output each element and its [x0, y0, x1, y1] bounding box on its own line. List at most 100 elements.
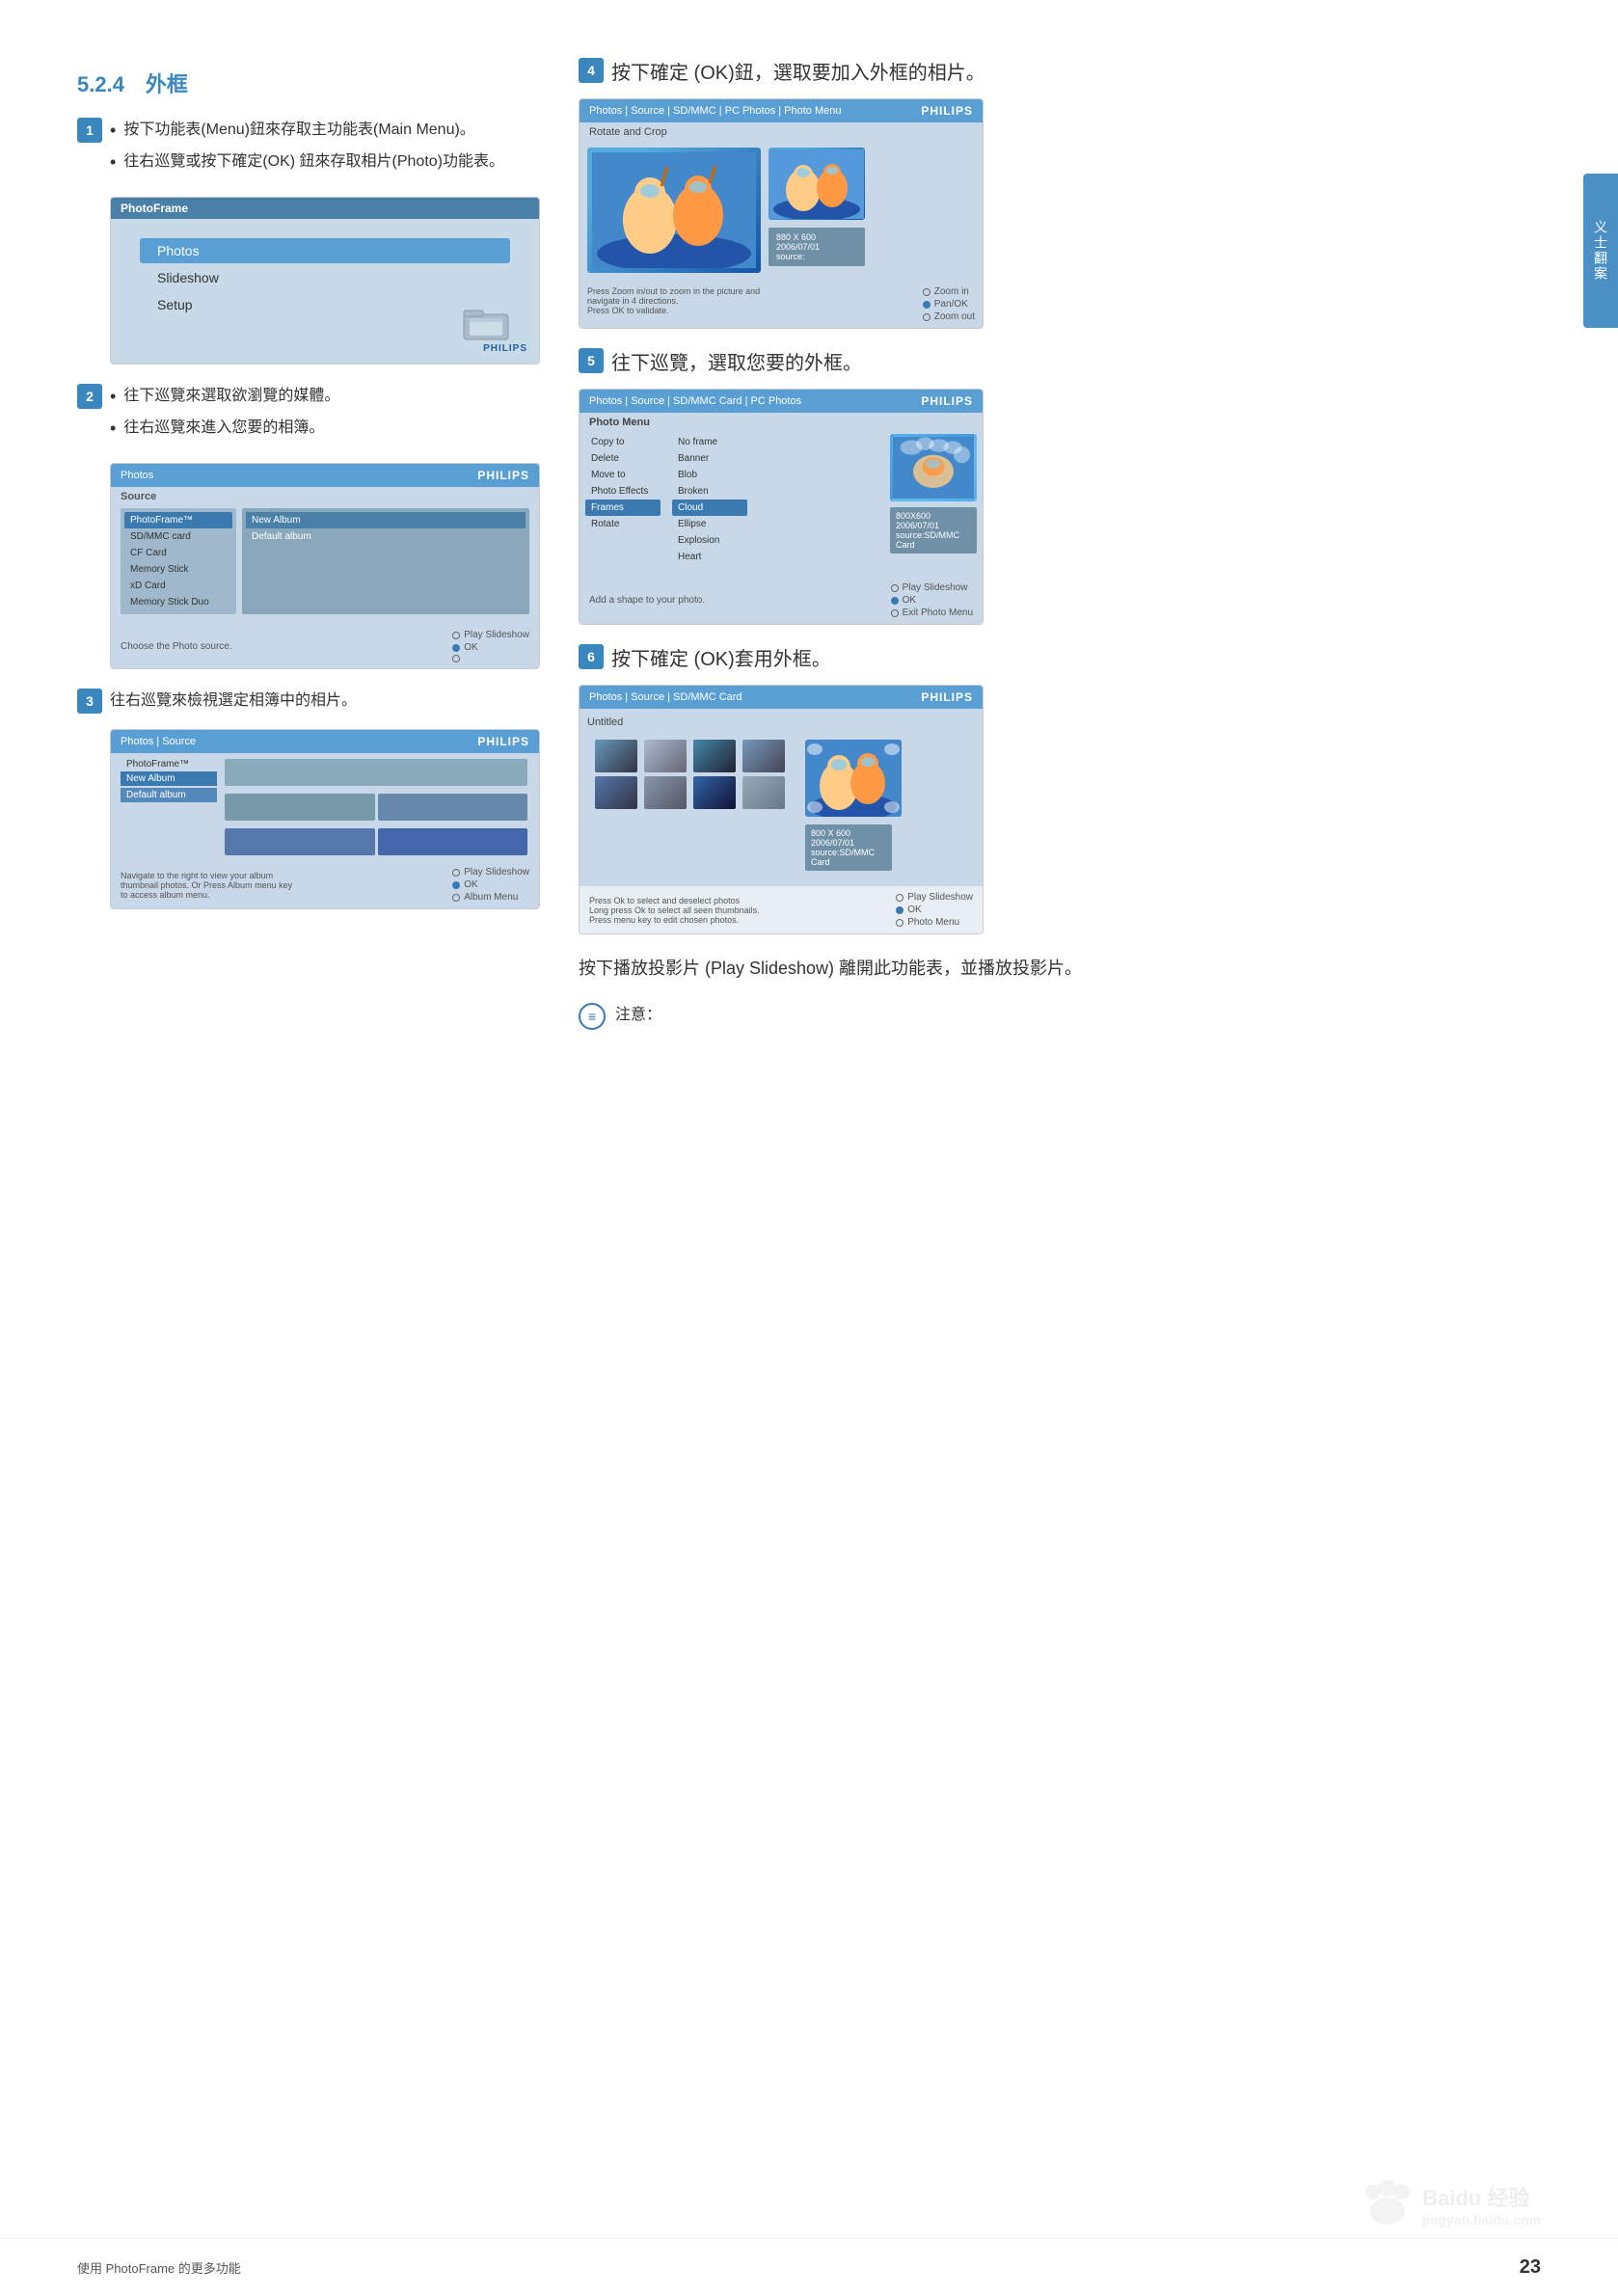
photo-thumb-6[interactable]: [644, 776, 687, 809]
album-src-default[interactable]: Default album: [121, 788, 217, 802]
album-footer: Navigate to the right to view your album…: [111, 861, 539, 908]
album-opt-play[interactable]: Play Slideshow: [452, 867, 529, 878]
photo-thumb-3[interactable]: [693, 740, 736, 772]
source-screen-header: Photos PHILIPS: [111, 464, 539, 487]
pg-opt-ok[interactable]: OK: [896, 905, 973, 915]
pm-effects[interactable]: Photo Effects: [585, 483, 661, 500]
source-item-xd[interactable]: xD Card: [124, 578, 232, 594]
source-item-msduo[interactable]: Memory Stick Duo: [124, 594, 232, 610]
pm-cloud[interactable]: Cloud: [672, 500, 747, 516]
radio-pg-menu: [896, 919, 903, 927]
radio-pan: [923, 301, 930, 309]
photo-menu-screen: Photos | Source | SD/MMC Card | PC Photo…: [579, 389, 984, 625]
step-3-row: 3 往右巡覽來檢視選定相簿中的相片。: [77, 689, 540, 714]
photo-thumb-8[interactable]: [742, 776, 785, 809]
crop-footer: Press Zoom in/out to zoom in the picture…: [580, 281, 983, 328]
slideshow-text: 按下播放投影片 (Play Slideshow) 離開此功能表，並播放投影片。: [579, 954, 1541, 984]
step-4-content: 按下確定 (OK)鈕，選取要加入外框的相片。: [611, 58, 1541, 89]
pm-heart[interactable]: Heart: [672, 549, 747, 565]
pm-blob[interactable]: Blob: [672, 467, 747, 483]
radio-pm-ok: [891, 597, 899, 605]
pg-footer: Press Ok to select and deselect photosLo…: [580, 886, 983, 933]
pg-opt-play[interactable]: Play Slideshow: [896, 892, 973, 903]
note-icon: ≡: [579, 1003, 606, 1030]
step-1-bullet-2: 往右巡覽或按下確定(OK) 鈕來存取相片(Photo)功能表。: [110, 149, 540, 176]
folder-icon: [462, 303, 510, 341]
album-item-new[interactable]: New Album: [246, 512, 526, 528]
source-item-ms[interactable]: Memory Stick: [124, 561, 232, 578]
step-6-badge: 6: [579, 644, 604, 669]
album-src-pf[interactable]: PhotoFrame™: [121, 757, 217, 771]
thumb-3a: [225, 828, 375, 855]
pm-delete[interactable]: Delete: [585, 450, 661, 467]
option-ok[interactable]: OK: [452, 642, 529, 653]
snorkel-svg-small: [769, 149, 864, 219]
pg-row: 800 X 600 2006/07/01 source:SD/MMC Card: [587, 734, 975, 878]
photo-grid-path: Photos | Source | SD/MMC Card: [589, 691, 742, 703]
album-src-new[interactable]: New Album: [121, 771, 217, 786]
album-opt-ok[interactable]: OK: [452, 879, 529, 890]
pf-menu-setup[interactable]: Setup: [140, 292, 510, 317]
pm-opt-ok[interactable]: OK: [891, 595, 973, 606]
folder-icon-area: [462, 303, 510, 346]
pm-opt-play[interactable]: Play Slideshow: [891, 582, 973, 593]
snorkel-svg-large: [592, 152, 756, 268]
rotate-crop-body: 880 X 600 2006/07/01 source:: [580, 140, 983, 281]
pg-opt-menu[interactable]: Photo Menu: [896, 917, 973, 928]
album-opt-menu[interactable]: Album Menu: [452, 892, 529, 903]
source-item-cf[interactable]: CF Card: [124, 545, 232, 561]
photo-thumb-7[interactable]: [693, 776, 736, 809]
pm-rotate[interactable]: Rotate: [585, 516, 661, 532]
pf-menu-photos[interactable]: Photos: [140, 238, 510, 263]
step-6-text: 按下確定 (OK)套用外框。: [611, 644, 1541, 675]
source-item-photoframe[interactable]: PhotoFrame™: [124, 512, 232, 528]
album-item-default[interactable]: Default album: [246, 528, 526, 545]
radio-album-ok: [452, 881, 460, 889]
crop-options: Zoom in Pan/OK Zoom out: [923, 286, 975, 322]
rotate-crop-label: Rotate and Crop: [580, 122, 983, 140]
rotate-crop-screen: Photos | Source | SD/MMC | PC Photos | P…: [579, 98, 984, 329]
pm-move[interactable]: Move to: [585, 467, 661, 483]
step-4-row: 4 按下確定 (OK)鈕，選取要加入外框的相片。: [579, 58, 1541, 89]
photo-thumb-5[interactable]: [595, 776, 637, 809]
pm-copy[interactable]: Copy to: [585, 434, 661, 450]
crop-opt-zoomout[interactable]: Zoom out: [923, 311, 975, 322]
photo-grid-header: Photos | Source | SD/MMC Card PHILIPS: [580, 686, 983, 709]
pm-options: Play Slideshow OK Exit Photo Menu: [891, 582, 973, 618]
bottom-bar: 使用 PhotoFrame 的更多功能 23: [0, 2238, 1618, 2296]
pm-explosion[interactable]: Explosion: [672, 532, 747, 549]
step-1-bullet-1: 按下功能表(Menu)鈕來存取主功能表(Main Menu)。: [110, 118, 540, 144]
photo-grid-screen: Photos | Source | SD/MMC Card PHILIPS Un…: [579, 685, 984, 934]
photo-thumb-2[interactable]: [644, 740, 687, 772]
pm-broken[interactable]: Broken: [672, 483, 747, 500]
pm-no-frame[interactable]: No frame: [672, 434, 747, 450]
pm-ellipse[interactable]: Ellipse: [672, 516, 747, 532]
thumb-row-3: [223, 826, 529, 857]
pm-preview-img: [890, 434, 977, 501]
radio-zoomout: [923, 313, 930, 321]
step-5-text: 往下巡覽，選取您要的外框。: [611, 348, 1541, 379]
album-source-list: PhotoFrame™ New Album Default album: [121, 757, 217, 857]
radio-album-menu: [452, 894, 460, 902]
pf-menu: Photos Slideshow Setup PHILIPS: [111, 219, 539, 364]
pm-opt-exit[interactable]: Exit Photo Menu: [891, 608, 973, 618]
radio-pm-exit: [891, 609, 899, 617]
pm-frames[interactable]: Frames: [585, 500, 661, 516]
source-grid: PhotoFrame™ SD/MMC card CF Card Memory S…: [111, 504, 539, 624]
pm-banner[interactable]: Banner: [672, 450, 747, 467]
photo-thumb-1[interactable]: [595, 740, 637, 772]
step-6-row: 6 按下確定 (OK)套用外框。: [579, 644, 1541, 675]
photo-grid-philips: PHILIPS: [921, 690, 973, 704]
step-1-badge: 1: [77, 118, 102, 143]
photo-thumb-4[interactable]: [742, 740, 785, 772]
source-item-sdmmc[interactable]: SD/MMC card: [124, 528, 232, 545]
pg-options: Play Slideshow OK Photo Menu: [896, 892, 973, 928]
crop-opt-zoomin[interactable]: Zoom in: [923, 286, 975, 297]
photo-menu-philips: PHILIPS: [921, 394, 973, 408]
pf-menu-slideshow[interactable]: Slideshow: [140, 265, 510, 290]
crop-opt-pan[interactable]: Pan/OK: [923, 299, 975, 310]
option-play-slideshow[interactable]: Play Slideshow: [452, 630, 529, 640]
note-section: ≡ 注意：: [579, 1003, 1541, 1030]
radio-pm-play: [891, 584, 899, 592]
pm-info-box: 800X600 2006/07/01 source:SD/MMC Card: [890, 507, 977, 554]
